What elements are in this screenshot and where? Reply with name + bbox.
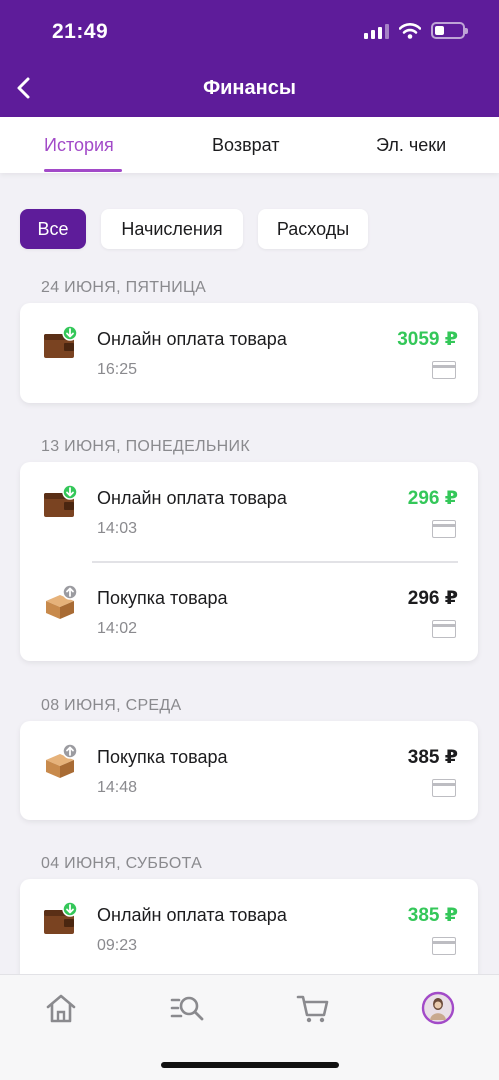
payment-card-icon (432, 361, 456, 379)
active-tab-indicator (44, 169, 122, 172)
search-catalog-icon[interactable] (170, 991, 204, 1025)
wifi-icon (399, 23, 421, 39)
transaction-row[interactable]: Онлайн оплата товара 16:25 3059 ₽ (20, 303, 478, 399)
tab-bar: История Возврат Эл. чеки (0, 117, 499, 173)
profile-avatar-icon[interactable] (421, 991, 455, 1025)
transaction-card: Онлайн оплата товара 14:03 296 ₽ Покупка… (20, 462, 478, 661)
transaction-amount: 296 ₽ (407, 588, 458, 609)
transaction-time: 16:25 (97, 361, 138, 378)
date-header: 24 ИЮНЯ, ПЯТНИЦА (41, 279, 207, 296)
payment-card-icon (432, 937, 456, 955)
filter-income-chip[interactable]: Начисления (101, 209, 243, 249)
transaction-amount: 385 ₽ (407, 905, 458, 926)
tab-refund[interactable]: Возврат (212, 135, 280, 156)
date-header: 13 ИЮНЯ, ПОНЕДЕЛЬНИК (41, 438, 250, 455)
transaction-row[interactable]: Онлайн оплата товара 09:23 385 ₽ (20, 879, 478, 975)
payment-card-icon (432, 520, 456, 538)
transaction-name: Онлайн оплата товара (97, 488, 287, 508)
transaction-time: 14:48 (97, 779, 138, 796)
transaction-row[interactable]: Покупка товара 14:48 385 ₽ (20, 721, 478, 817)
wallet-income-icon (44, 325, 78, 358)
filter-all-chip[interactable]: Все (20, 209, 86, 249)
home-indicator (161, 1062, 339, 1068)
transaction-time: 14:03 (97, 520, 138, 537)
page-title: Финансы (203, 77, 296, 99)
transaction-row[interactable]: Онлайн оплата товара 14:03 296 ₽ (20, 462, 478, 558)
transaction-card: Покупка товара 14:48 385 ₽ (20, 721, 478, 820)
tab-history[interactable]: История (44, 135, 114, 156)
transaction-card: Онлайн оплата товара 09:23 385 ₽ (20, 879, 478, 989)
payment-card-icon (432, 620, 456, 638)
transaction-name: Онлайн оплата товара (97, 329, 287, 349)
transaction-amount: 296 ₽ (407, 488, 458, 509)
box-expense-icon (46, 743, 78, 778)
transaction-row[interactable]: Покупка товара 14:02 296 ₽ (20, 562, 478, 658)
filter-expense-chip[interactable]: Расходы (258, 209, 368, 249)
signal-icon (364, 23, 389, 39)
transaction-name: Онлайн оплата товара (97, 905, 287, 925)
cart-icon[interactable] (296, 991, 330, 1025)
wallet-income-icon (44, 901, 78, 934)
status-icons (364, 22, 468, 39)
tab-receipts[interactable]: Эл. чеки (376, 135, 446, 156)
home-icon[interactable] (44, 991, 78, 1025)
nav-bar: Финансы (0, 62, 499, 117)
transaction-amount: 3059 ₽ (397, 329, 458, 350)
status-time: 21:49 (52, 20, 109, 43)
transaction-name: Покупка товара (97, 588, 228, 608)
status-bar: 21:49 (0, 0, 499, 62)
transaction-time: 09:23 (97, 937, 138, 954)
transaction-time: 14:02 (97, 620, 138, 637)
transaction-amount: 385 ₽ (407, 747, 458, 768)
wallet-income-icon (44, 484, 78, 517)
date-header: 08 ИЮНЯ, СРЕДА (41, 697, 182, 714)
date-header: 04 ИЮНЯ, СУББОТА (41, 855, 203, 872)
transaction-name: Покупка товара (97, 747, 228, 767)
box-expense-icon (46, 584, 78, 619)
payment-card-icon (432, 779, 456, 797)
transaction-card: Онлайн оплата товара 16:25 3059 ₽ (20, 303, 478, 403)
battery-icon (431, 22, 468, 39)
